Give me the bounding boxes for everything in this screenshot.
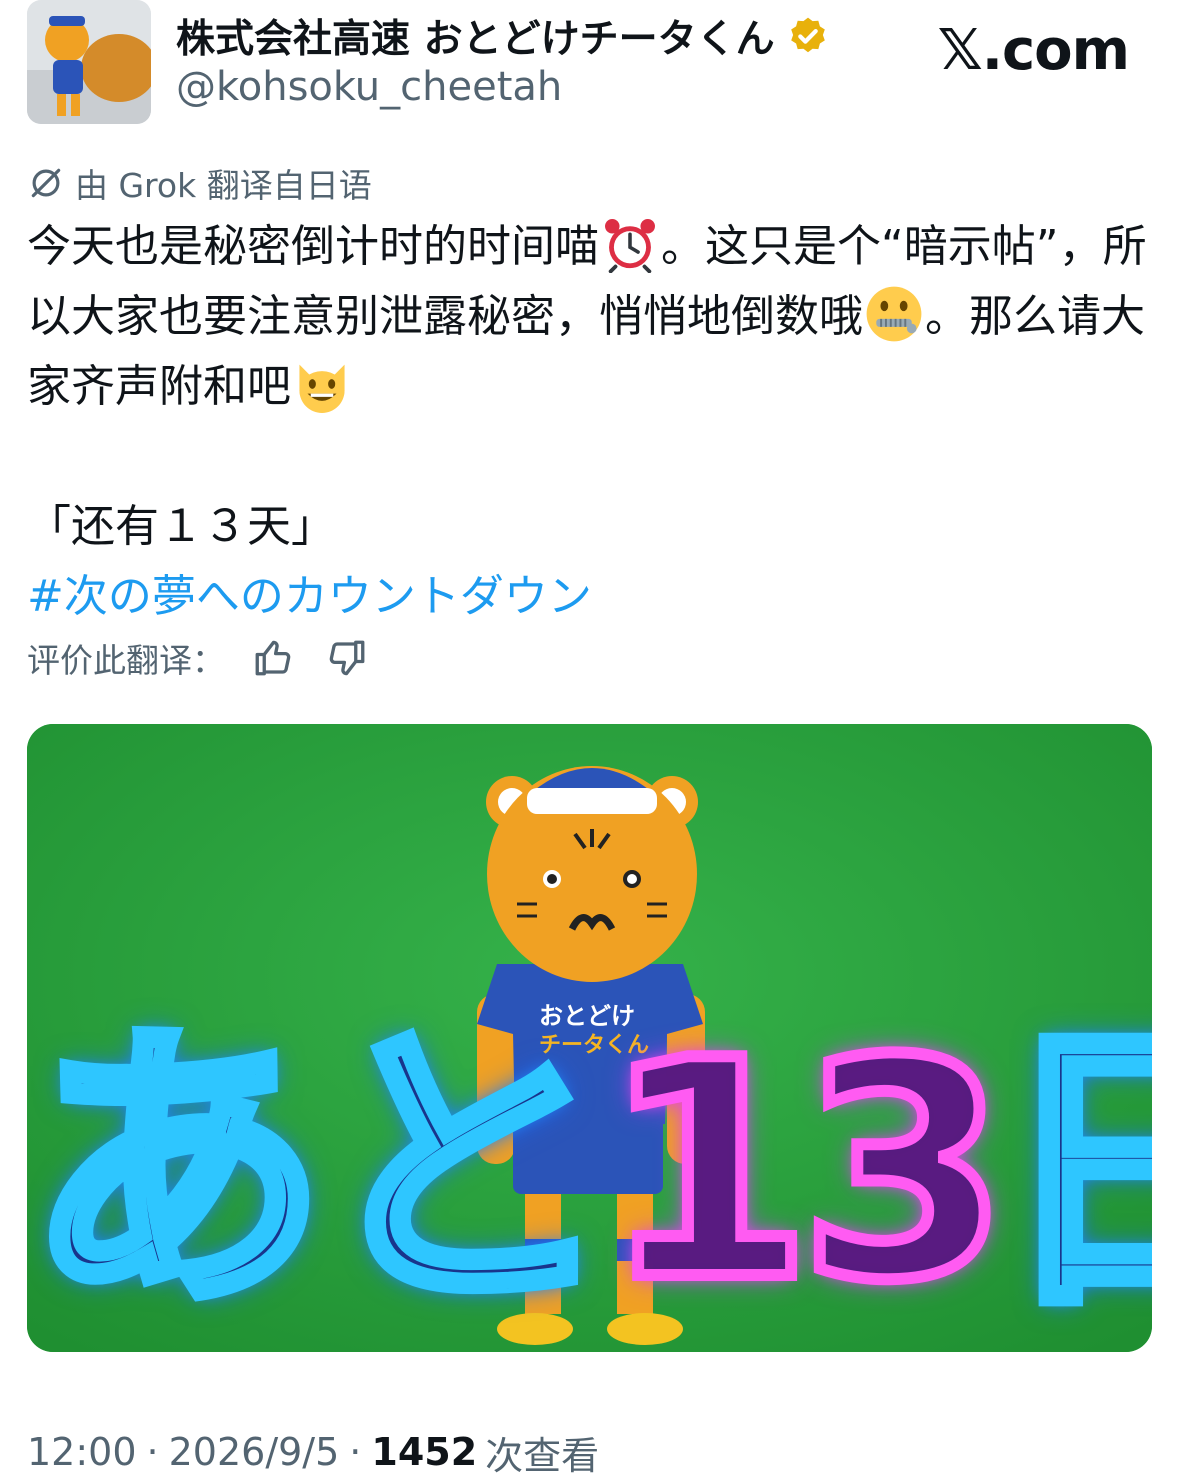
meta-separator: · [146,1430,159,1474]
tweet-date[interactable]: 2026/9/5 [169,1430,340,1474]
thumbs-up-icon [255,640,291,676]
meta-separator: · [349,1430,362,1474]
site-logo: 𝕏.com [937,18,1130,83]
rate-translation-label: 评价此翻译： [27,641,225,680]
thumbs-down-icon [329,640,365,676]
zipper-mouth-face-emoji [865,285,923,343]
tweet-quote: 「还有１３天」 [27,501,335,552]
views-label: 次查看 [485,1433,600,1478]
thumbs-down-button[interactable] [321,632,373,684]
translation-note-text: 由 Grok 翻译自日语 [75,166,372,205]
countdown-text-ato: あと [27,997,621,1346]
hashtag-link[interactable]: #次の夢へのカウントダウン [27,562,1152,632]
tweet-paragraph-1: 今天也是秘密倒计时的时间喵 。这只是个“暗示帖”，所以大家也要注意别泄露秘密，悄悄… [27,212,1152,422]
avatar[interactable] [27,0,151,124]
countdown-neon-sign: あと13日 [27,1016,1152,1328]
thumbs-up-button[interactable] [247,632,299,684]
display-name[interactable]: 株式会社高速 おとどけチータくん [176,8,775,64]
media-image[interactable]: おとどけ チータくん あと13日 [27,724,1152,1352]
translation-note: 由 Grok 翻译自日语 [27,160,372,206]
avatar-image [27,0,151,124]
display-name-row[interactable]: 株式会社高速 おとどけチータくん [176,12,829,62]
author-handle[interactable]: @kohsoku_cheetah [176,64,562,110]
countdown-text-day: 日 [990,997,1152,1346]
verified-badge-icon [790,17,825,53]
translate-icon [31,168,61,198]
views-count: 1452 [371,1430,478,1474]
tweet-meta: 12:00 · 2026/9/5 · 1452 次查看 [27,1426,599,1478]
rate-translation-row: 评价此翻译： [27,632,373,684]
alarm-clock-emoji [601,215,659,273]
grinning-cat-emoji [293,355,351,413]
tweet-text-part-1: 今天也是秘密倒计时的时间喵 [27,221,599,272]
countdown-text-number: 13 [597,997,1015,1346]
tweet-text: 今天也是秘密倒计时的时间喵 。这只是个“暗示帖”，所以大家也要注意别泄露秘密，悄悄… [27,212,1152,632]
tweet-time[interactable]: 12:00 [27,1430,137,1474]
